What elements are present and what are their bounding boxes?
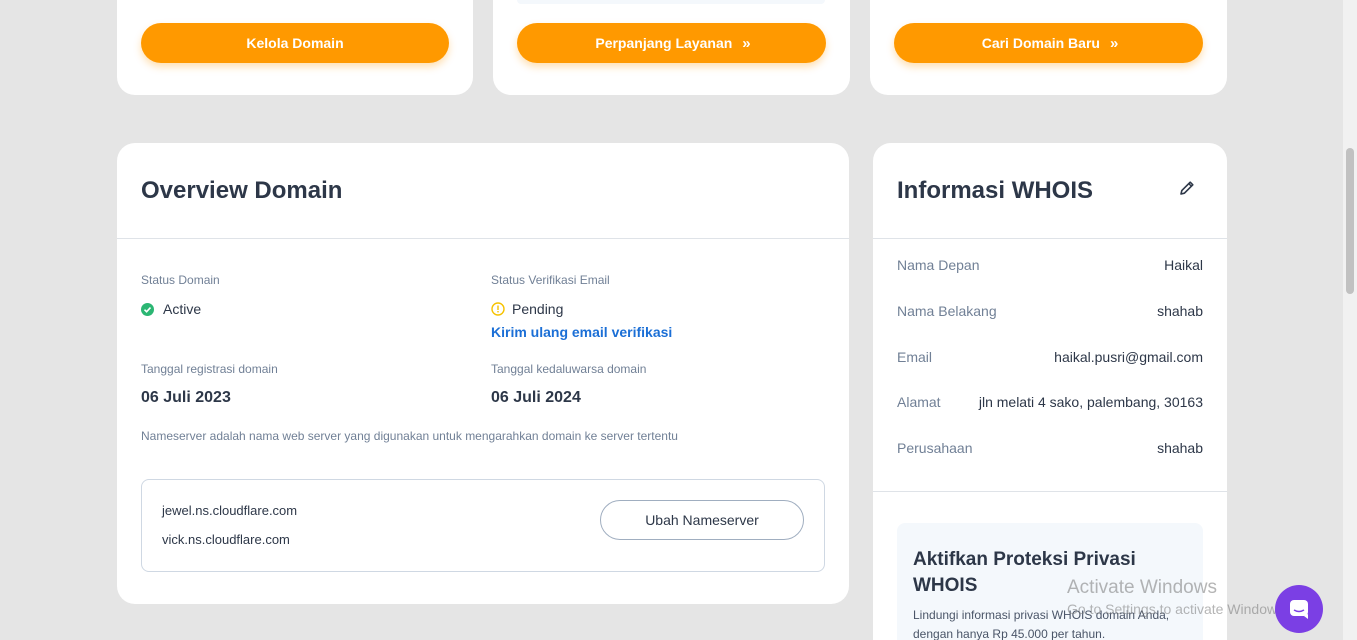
chat-launcher-button[interactable] <box>1275 585 1323 633</box>
manage-domain-button[interactable]: Kelola Domain <box>141 23 449 63</box>
manage-domain-card: Kelola Domain <box>117 0 473 95</box>
exp-date-value: 06 Juli 2024 <box>491 389 581 406</box>
nameserver-description: Nameserver adalah nama web server yang d… <box>141 429 678 443</box>
chevron-double-right-icon: » <box>742 34 751 52</box>
overview-title: Overview Domain <box>141 177 343 204</box>
exp-date-label: Tanggal kedaluwarsa domain <box>491 362 647 376</box>
nameserver-box: jewel.ns.cloudflare.com vick.ns.cloudfla… <box>141 479 825 572</box>
status-email-value: Pending <box>512 301 564 317</box>
whois-row-last-name: Nama Belakang shahab <box>897 303 1203 319</box>
divider <box>117 238 849 239</box>
check-circle-icon <box>141 302 154 316</box>
activate-windows-title: Activate Windows <box>1067 577 1217 598</box>
find-domain-button[interactable]: Cari Domain Baru » <box>894 23 1203 63</box>
whois-key: Nama Belakang <box>897 303 997 319</box>
status-email: Pending <box>491 301 563 317</box>
whois-key: Alamat <box>897 394 941 410</box>
whois-row-address: Alamat jln melati 4 sako, palembang, 301… <box>897 394 1203 410</box>
scrollbar-thumb[interactable] <box>1346 148 1354 294</box>
pencil-icon[interactable] <box>1178 179 1196 197</box>
chevron-double-right-icon: » <box>1109 34 1119 52</box>
change-nameserver-button[interactable]: Ubah Nameserver <box>600 500 804 540</box>
renew-service-button[interactable]: Perpanjang Layanan » <box>517 23 826 63</box>
reg-date-value: 06 Juli 2023 <box>141 389 231 406</box>
whois-row-first-name: Nama Depan Haikal <box>897 257 1203 273</box>
status-domain: Active <box>141 301 201 317</box>
status-domain-label: Status Domain <box>141 273 220 287</box>
activate-windows-subtitle: Go to Settings to activate Windows. <box>1067 601 1288 617</box>
resend-verification-link[interactable]: Kirim ulang email verifikasi <box>491 324 672 340</box>
whois-key: Perusahaan <box>897 440 973 456</box>
whois-value: shahab <box>1157 440 1203 456</box>
renew-service-card: Perpanjang Layanan » <box>493 0 850 95</box>
nameserver-1: jewel.ns.cloudflare.com <box>162 503 298 518</box>
chat-icon <box>1290 600 1308 619</box>
divider <box>873 491 1227 492</box>
nameserver-2: vick.ns.cloudflare.com <box>162 532 290 547</box>
info-circle-icon <box>491 302 505 316</box>
whois-key: Email <box>897 349 933 365</box>
page-scrollbar[interactable] <box>1343 0 1357 640</box>
whois-key: Nama Depan <box>897 257 980 273</box>
whois-value: Haikal <box>1164 257 1203 273</box>
whois-card: Informasi WHOIS Nama Depan Haikal Nama B… <box>873 143 1227 640</box>
divider <box>873 238 1227 239</box>
whois-value: jln melati 4 sako, palembang, 30163 <box>978 394 1203 410</box>
whois-value: shahab <box>1157 303 1203 319</box>
whois-value: haikal.pusri@gmail.com <box>1054 349 1203 365</box>
find-domain-card: Cari Domain Baru » <box>870 0 1227 95</box>
privacy-title-line-1: Aktifkan Proteksi Privasi <box>913 549 1136 570</box>
privacy-title-line-2: WHOIS <box>913 575 978 596</box>
whois-row-email: Email haikal.pusri@gmail.com <box>897 349 1203 365</box>
card-strip <box>517 0 825 4</box>
overview-domain-card: Overview Domain Status Domain Active Sta… <box>117 143 849 604</box>
reg-date-label: Tanggal registrasi domain <box>141 362 278 376</box>
status-domain-value: Active <box>163 301 202 317</box>
whois-title: Informasi WHOIS <box>897 177 1094 204</box>
status-email-label: Status Verifikasi Email <box>491 273 610 287</box>
whois-row-company: Perusahaan shahab <box>897 440 1203 456</box>
privacy-desc-line-2: dengan hanya Rp 45.000 per tahun. <box>913 627 1106 640</box>
